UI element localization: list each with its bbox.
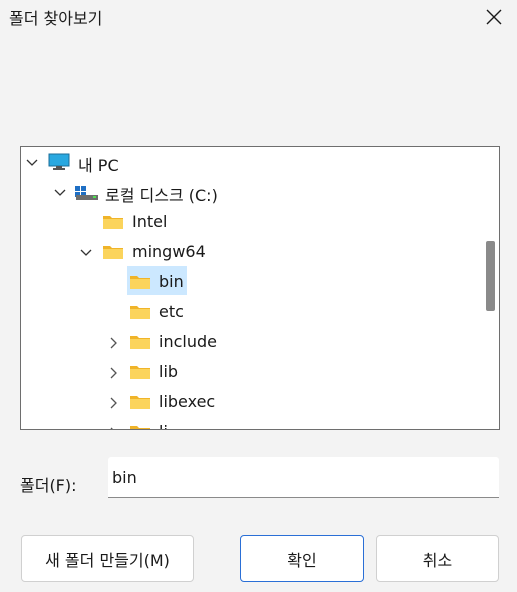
tree-item-etc[interactable]: etc — [21, 298, 481, 328]
close-icon — [486, 9, 502, 25]
tree-item-label: mingw64 — [132, 242, 206, 261]
folder-name-input[interactable] — [108, 457, 499, 498]
tree-item-mingw64[interactable]: mingw64 — [21, 238, 481, 268]
tree-item-bin[interactable]: bin — [21, 268, 481, 298]
folder-icon — [129, 333, 151, 351]
tree-item-label: lib — [159, 362, 179, 381]
chevron-right-icon[interactable] — [105, 395, 121, 411]
chevron-right-icon[interactable] — [105, 335, 121, 351]
folder-field-label: 폴더(F): — [20, 476, 77, 495]
drive-icon — [75, 183, 98, 201]
tree-item-label: 로컬 디스크 (C:) — [105, 186, 218, 205]
ok-button[interactable]: 확인 — [240, 535, 364, 582]
new-folder-button[interactable]: 새 폴더 만들기(M) — [21, 535, 194, 582]
window-title: 폴더 찾아보기 — [9, 9, 103, 28]
tree-item-label: li — [159, 422, 168, 429]
folder-icon — [129, 273, 151, 291]
tree-item-intel[interactable]: Intel — [21, 208, 481, 238]
chevron-down-icon[interactable] — [78, 245, 94, 261]
tree-item-libexec[interactable]: libexec — [21, 388, 481, 418]
tree-item-partial[interactable]: li — [21, 418, 481, 429]
title-bar: 폴더 찾아보기 — [0, 0, 517, 34]
tree-item-label: libexec — [159, 392, 216, 411]
tree-item-local-disk[interactable]: 로컬 디스크 (C:) — [21, 178, 481, 208]
scrollbar-thumb[interactable] — [486, 241, 495, 311]
folder-icon — [102, 243, 124, 261]
computer-icon — [48, 153, 70, 171]
tree-item-label: Intel — [132, 212, 168, 231]
tree-item-label: include — [159, 332, 217, 351]
close-button[interactable] — [471, 0, 517, 34]
folder-icon — [129, 393, 151, 411]
chevron-right-icon[interactable] — [105, 365, 121, 381]
tree-item-label: etc — [159, 302, 184, 321]
tree-item-include[interactable]: include — [21, 328, 481, 358]
folder-tree[interactable]: 내 PC 로컬 디스크 (C:) Intel mingw64 bin etc i… — [20, 146, 500, 430]
chevron-down-icon[interactable] — [24, 155, 40, 171]
tree-item-label: 내 PC — [78, 156, 119, 175]
tree-item-lib[interactable]: lib — [21, 358, 481, 388]
folder-icon — [129, 363, 151, 381]
tree-item-this-pc[interactable]: 내 PC — [21, 148, 481, 178]
cancel-button[interactable]: 취소 — [376, 535, 499, 582]
vertical-scrollbar[interactable] — [482, 147, 499, 429]
chevron-right-icon[interactable] — [105, 425, 121, 429]
folder-icon — [102, 213, 124, 231]
folder-icon — [129, 303, 151, 321]
tree-item-label: bin — [159, 272, 184, 291]
folder-icon — [129, 423, 151, 429]
chevron-down-icon[interactable] — [52, 185, 68, 201]
